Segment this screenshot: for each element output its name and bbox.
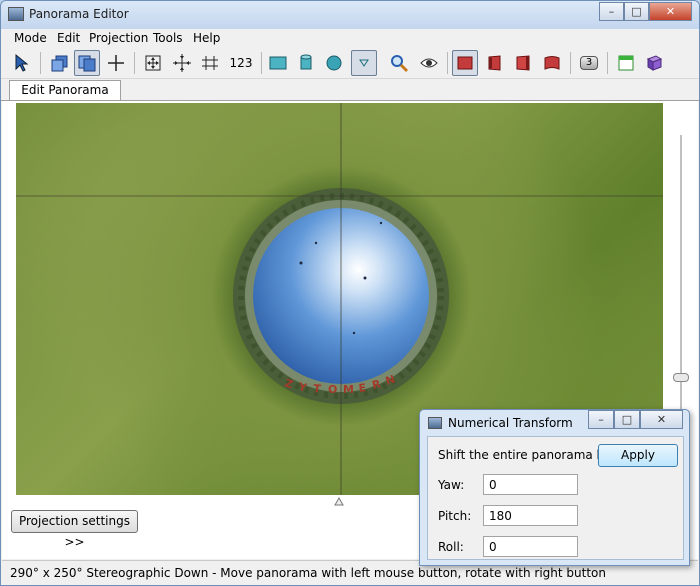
zoom-button[interactable] [386,50,412,76]
window-green-button[interactable] [613,50,639,76]
dropdown-triangle-button[interactable] [351,50,377,76]
numeric-button[interactable]: 123 [227,50,255,76]
cube-face-front-button[interactable] [452,50,478,76]
sphere-icon [326,55,342,71]
tab-strip: Edit Panorama [1,79,699,101]
close-icon: ✕ [656,413,667,426]
close-icon: ✕ [665,5,676,18]
image-pair-button[interactable] [74,50,100,76]
close-button[interactable]: ✕ [649,2,692,21]
pitch-input[interactable] [483,505,578,526]
vertical-slider-thumb[interactable] [673,373,689,382]
projection-settings-button[interactable]: Projection settings >> [11,510,138,549]
cube-face-right-button[interactable] [510,50,536,76]
eye-preview-icon [420,58,438,68]
window-green-icon [618,55,634,71]
title-bar: Panorama Editor – □ ✕ [1,1,699,29]
menu-tools[interactable]: Tools [153,31,183,45]
sphere-button[interactable] [321,50,347,76]
svg-text:O: O [328,383,337,396]
dialog-app-icon [428,417,442,429]
svg-text:M: M [343,383,354,396]
roll-label: Roll: [438,540,464,554]
zoom-icon [391,55,409,73]
roll-input[interactable] [483,536,578,557]
svg-text:E: E [358,381,367,395]
menu-projection[interactable]: Projection [89,31,148,45]
dialog-heading: Shift the entire panorama by: [438,448,615,462]
images-stack-button[interactable] [46,50,72,76]
align-horizon-button[interactable] [197,50,223,76]
app-icon [8,7,24,21]
book-button[interactable] [641,50,667,76]
menu-bar: Mode Edit Projection Tools Help [1,29,699,47]
images-stack-icon [51,55,68,72]
minimize-icon: – [608,5,615,18]
dialog-title: Numerical Transform [448,416,573,430]
panorama-editor-window: Panorama Editor – □ ✕ Mode Edit Projecti… [0,0,700,586]
maximize-icon: □ [631,5,642,18]
crosshair-button[interactable] [103,50,129,76]
rectilinear-icon [269,56,287,70]
image-pair-icon [78,55,96,72]
dialog-minimize-button[interactable]: – [588,410,614,429]
cube-face-side-icon [488,55,501,71]
cube-face-front-icon [457,56,473,70]
rectilinear-button[interactable] [265,50,291,76]
toolbar: 123 3 [1,47,699,79]
move-center-icon [173,54,191,72]
cursor-select-button[interactable] [9,50,35,76]
cube-face-side-button[interactable] [482,50,508,76]
minimize-button[interactable]: – [599,2,624,21]
align-horizon-icon [202,56,218,70]
maximize-button[interactable]: □ [624,2,649,21]
pitch-label: Pitch: [438,509,472,523]
status-text: 290° x 250° Stereographic Down - Move pa… [10,566,606,580]
cursor-select-icon [15,53,29,72]
apply-button[interactable]: Apply [598,444,678,467]
cube-face-warp-button[interactable] [539,50,565,76]
cube-face-warp-icon [544,56,560,70]
maximize-icon: □ [621,413,633,426]
menu-edit[interactable]: Edit [57,31,80,45]
window-title: Panorama Editor [29,7,129,21]
eye-preview-button[interactable] [416,50,442,76]
menu-mode[interactable]: Mode [14,31,47,45]
tab-edit-panorama[interactable]: Edit Panorama [9,80,121,101]
fit-frame-button[interactable] [140,50,166,76]
minimize-icon: – [598,413,604,426]
move-center-button[interactable] [169,50,195,76]
layer-count-button[interactable]: 3 [576,50,602,76]
crosshair-icon [108,55,124,71]
numerical-transform-dialog: Numerical Transform – □ ✕ Shift the enti… [419,409,690,566]
yaw-input[interactable] [483,474,578,495]
cylinder-button[interactable] [293,50,319,76]
book-icon [646,55,663,71]
yaw-label: Yaw: [438,478,465,492]
dialog-maximize-button[interactable]: □ [614,410,640,429]
dialog-body: Shift the entire panorama by: Apply Yaw:… [427,436,684,560]
fit-frame-icon [145,55,161,71]
layer-count-icon: 3 [580,56,598,70]
numeric-icon: 123 [229,56,253,70]
dropdown-triangle-icon [359,59,369,67]
cylinder-icon [300,54,312,70]
cube-face-right-icon [516,55,530,71]
dialog-close-button[interactable]: ✕ [640,410,683,429]
menu-help[interactable]: Help [193,31,220,45]
